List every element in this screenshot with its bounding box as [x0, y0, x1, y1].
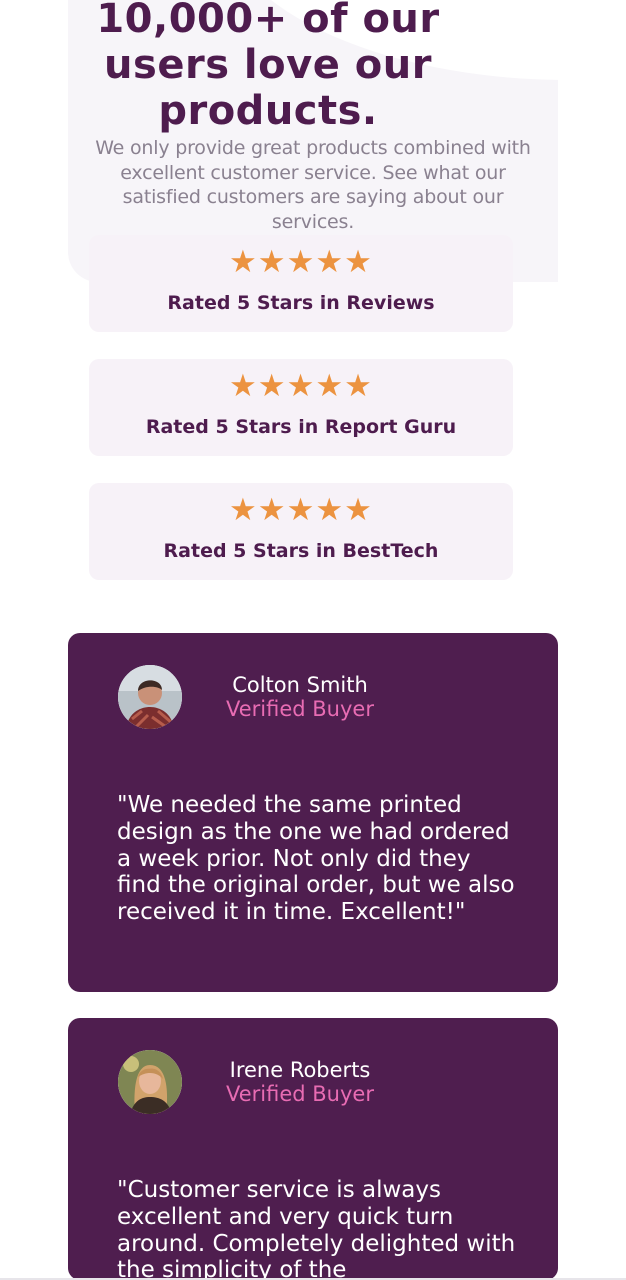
rating-label: Rated 5 Stars in BestTech: [163, 540, 439, 562]
reviewer-name: Colton Smith: [232, 673, 368, 697]
testimonial-quote: "We needed the same printed design as th…: [117, 792, 515, 926]
testimonial-card-colton: Colton Smith Verified Buyer "We needed t…: [68, 633, 558, 992]
reviewer-name: Irene Roberts: [229, 1058, 371, 1082]
verified-buyer-label: Verified Buyer: [226, 1082, 374, 1106]
star-icon: ★★★★★: [229, 244, 373, 280]
hero-description: We only provide great products combined …: [95, 137, 531, 233]
star-rating: ★★★★★: [89, 245, 513, 279]
star-rating: ★★★★★: [89, 493, 513, 527]
person-avatar-icon: [118, 665, 182, 729]
rating-card-reviews: ★★★★★ Rated 5 Stars in Reviews: [89, 235, 513, 332]
star-icon: ★★★★★: [229, 492, 373, 528]
star-icon: ★★★★★: [229, 368, 373, 404]
rating-label: Rated 5 Stars in Reviews: [167, 292, 435, 314]
verified-buyer-label: Verified Buyer: [226, 697, 374, 721]
avatar: [118, 1050, 182, 1114]
testimonial-card-irene: Irene Roberts Verified Buyer "Customer s…: [68, 1018, 558, 1280]
rating-card-besttech: ★★★★★ Rated 5 Stars in BestTech: [89, 483, 513, 580]
rating-label: Rated 5 Stars in Report Guru: [145, 416, 457, 438]
avatar: [118, 665, 182, 729]
testimonial-quote: "Customer service is always excellent an…: [117, 1177, 516, 1280]
hero-title: 10,000+ of our users love our products.: [96, 0, 440, 134]
person-avatar-icon: [118, 1050, 182, 1114]
star-rating: ★★★★★: [89, 369, 513, 403]
rating-card-report-guru: ★★★★★ Rated 5 Stars in Report Guru: [89, 359, 513, 456]
